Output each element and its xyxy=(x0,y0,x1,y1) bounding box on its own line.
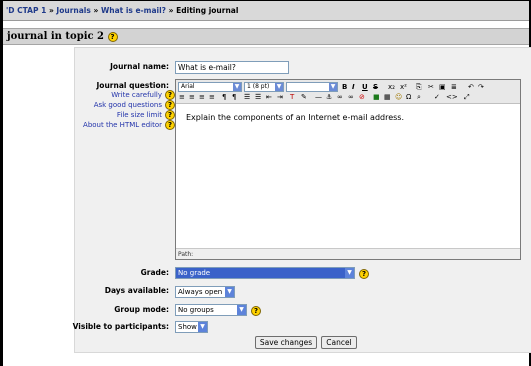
editor-path-bar: Path: xyxy=(176,248,520,259)
help-link-label[interactable]: Ask good questions xyxy=(94,101,162,109)
ltr-icon[interactable]: ¶ xyxy=(222,92,226,102)
help-link-label[interactable]: Write carefully xyxy=(111,91,162,99)
breadcrumb-separator: » xyxy=(168,6,174,15)
bold-icon[interactable]: B xyxy=(342,82,347,92)
unlink-icon[interactable]: ∞ xyxy=(348,92,354,102)
help-link-html-editor[interactable]: About the HTML editor? xyxy=(83,120,175,130)
align-right-icon[interactable]: ≡ xyxy=(199,92,205,102)
copy-icon[interactable]: ⎘ xyxy=(416,82,422,92)
journal-name-input[interactable] xyxy=(175,61,289,74)
cut-icon[interactable]: ✂ xyxy=(428,82,434,92)
chevron-down-icon: ▼ xyxy=(198,322,207,332)
font-select-value: Arial xyxy=(181,83,195,90)
indent-icon[interactable]: ⇥ xyxy=(277,92,283,102)
save-button[interactable]: Save changes xyxy=(255,336,317,349)
breadcrumb: 'D CTAP 1 » Journals » What is e-mail? »… xyxy=(3,1,529,21)
text-color-icon[interactable]: T xyxy=(290,92,294,102)
anchor-icon[interactable]: ⚓ xyxy=(326,92,332,102)
chevron-down-icon: ▼ xyxy=(329,83,337,91)
help-icon[interactable]: ? xyxy=(107,31,118,42)
size-select[interactable]: 1 (8 pt) ▼ xyxy=(244,82,284,92)
breadcrumb-journals[interactable]: Journals xyxy=(56,6,90,15)
days-available-value: Always open xyxy=(178,288,223,296)
editor-content[interactable]: Explain the components of an Internet e-… xyxy=(176,105,520,249)
chevron-down-icon: ▼ xyxy=(345,268,354,278)
fullscreen-icon[interactable]: ⤢ xyxy=(464,92,470,102)
breadcrumb-separator: » xyxy=(48,6,54,15)
cancel-button[interactable]: Cancel xyxy=(321,336,357,349)
italic-icon[interactable]: I xyxy=(352,82,355,92)
help-link-file-size[interactable]: File size limit? xyxy=(117,110,175,120)
breadcrumb-separator: » xyxy=(93,6,99,15)
help-link-ask-questions[interactable]: Ask good questions? xyxy=(94,100,175,110)
days-available-label: Days available: xyxy=(104,286,169,295)
justify-icon[interactable]: ≡ xyxy=(209,92,215,102)
unordered-list-icon[interactable]: ☰ xyxy=(255,92,261,102)
highlight-icon[interactable]: ✎ xyxy=(301,92,307,102)
help-icon[interactable]: ? xyxy=(165,90,175,100)
help-icon[interactable]: ? xyxy=(251,306,261,316)
editor-toolbar: Arial ▼ 1 (8 pt) ▼ ▼ B I U S x₂ x² ⎘ ✂ ▣ ≣… xyxy=(176,80,520,104)
group-mode-select[interactable]: No groups ▼ xyxy=(175,304,247,316)
help-icon[interactable]: ? xyxy=(359,269,369,279)
visible-select[interactable]: Show ▼ xyxy=(175,321,208,333)
size-select-value: 1 (8 pt) xyxy=(247,83,270,90)
table-icon[interactable]: ▦ xyxy=(384,92,391,102)
redo-icon[interactable]: ↷ xyxy=(478,82,484,92)
group-mode-value: No groups xyxy=(178,306,214,314)
clean-word-icon[interactable]: ≣ xyxy=(451,82,457,92)
page-title-text: journal in topic 2 xyxy=(7,31,105,42)
ordered-list-icon[interactable]: ☰ xyxy=(244,92,250,102)
visible-value: Show xyxy=(178,323,197,331)
days-available-select[interactable]: Always open ▼ xyxy=(175,286,235,298)
grade-select[interactable]: No grade ▼ xyxy=(175,267,355,279)
breadcrumb-current: Editing journal xyxy=(176,6,239,15)
special-char-icon[interactable]: Ω xyxy=(406,92,411,102)
search-replace-icon[interactable]: ⌕ xyxy=(417,92,421,102)
horizontal-rule-icon[interactable]: — xyxy=(315,92,322,102)
html-editor: Arial ▼ 1 (8 pt) ▼ ▼ B I U S x₂ x² ⎘ ✂ ▣ ≣… xyxy=(175,79,521,260)
grade-label: Grade: xyxy=(140,268,169,277)
chevron-down-icon: ▼ xyxy=(237,305,246,315)
help-icon[interactable]: ? xyxy=(165,100,175,110)
undo-icon[interactable]: ↶ xyxy=(468,82,474,92)
rtl-icon[interactable]: ¶ xyxy=(232,92,236,102)
underline-icon[interactable]: U xyxy=(362,82,368,92)
help-icon[interactable]: ? xyxy=(165,120,175,130)
help-link-write-carefully[interactable]: Write carefully? xyxy=(111,90,175,100)
chevron-down-icon: ▼ xyxy=(233,83,241,91)
font-select[interactable]: Arial ▼ xyxy=(178,82,242,92)
visible-label: Visible to participants: xyxy=(72,322,169,331)
help-link-label[interactable]: File size limit xyxy=(117,111,162,119)
superscript-icon[interactable]: x² xyxy=(400,82,407,92)
style-select[interactable]: ▼ xyxy=(286,82,338,92)
group-mode-label: Group mode: xyxy=(114,305,169,314)
help-icon[interactable]: ? xyxy=(165,110,175,120)
outdent-icon[interactable]: ⇤ xyxy=(266,92,272,102)
breadcrumb-journal[interactable]: What is e-mail? xyxy=(101,6,166,15)
grade-select-value: No grade xyxy=(178,269,211,277)
breadcrumb-course[interactable]: 'D CTAP 1 xyxy=(6,6,46,15)
paste-icon[interactable]: ▣ xyxy=(439,82,446,92)
align-left-icon[interactable]: ≡ xyxy=(179,92,185,102)
html-source-icon[interactable]: <> xyxy=(446,92,458,102)
image-icon[interactable]: ■ xyxy=(373,92,380,102)
spellcheck-icon[interactable]: ✓ xyxy=(434,92,440,102)
chevron-down-icon: ▼ xyxy=(225,287,234,297)
help-link-label[interactable]: About the HTML editor xyxy=(83,121,162,129)
subscript-icon[interactable]: x₂ xyxy=(388,82,395,92)
chevron-down-icon: ▼ xyxy=(275,83,283,91)
journal-question-label: Journal question: xyxy=(96,81,169,90)
align-center-icon[interactable]: ≡ xyxy=(189,92,195,102)
smiley-icon[interactable]: ☺ xyxy=(395,92,402,102)
nolink-icon[interactable]: ⊘ xyxy=(359,92,365,102)
journal-name-label: Journal name: xyxy=(110,62,169,71)
link-icon[interactable]: ∞ xyxy=(337,92,343,102)
page-title: journal in topic 2 ? xyxy=(3,28,529,45)
strikethrough-icon[interactable]: S xyxy=(373,82,378,92)
